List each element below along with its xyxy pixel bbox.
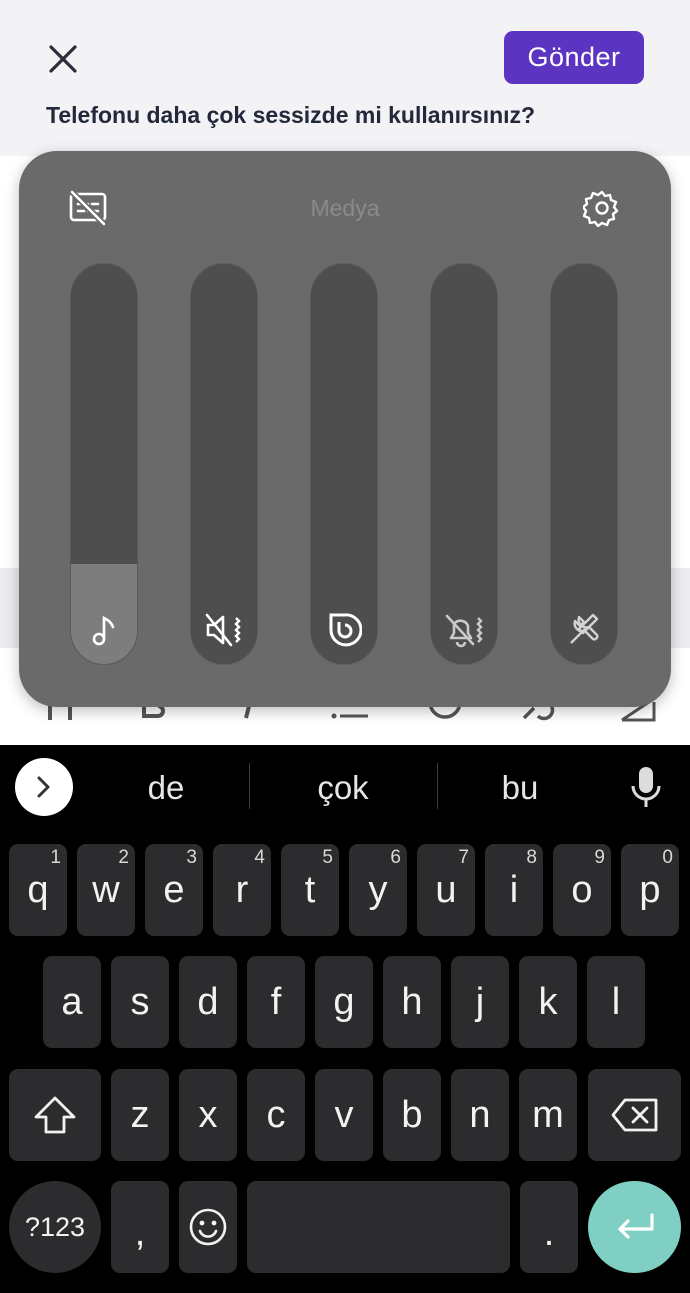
suggestion-divider [249, 763, 250, 809]
space-key[interactable] [247, 1181, 510, 1273]
key-number-hint: 2 [118, 847, 129, 868]
emoji-key[interactable] [179, 1181, 237, 1273]
key-number-hint: 9 [594, 847, 605, 868]
key-j[interactable]: j [451, 956, 509, 1048]
ringtone-volume-slider[interactable] [190, 263, 258, 665]
key-number-hint: 5 [322, 847, 333, 868]
suggestion-1[interactable]: de [96, 769, 236, 807]
question-title: Telefonu daha çok sessizde mi kullanırsı… [46, 102, 536, 128]
microphone-icon [631, 767, 661, 807]
bixby-icon [311, 610, 377, 650]
close-button[interactable] [40, 36, 86, 82]
key-label: e [163, 868, 185, 911]
key-number-hint: 7 [458, 847, 469, 868]
key-label: u [435, 868, 457, 911]
key-t[interactable]: t5 [281, 844, 339, 936]
key-n[interactable]: n [451, 1069, 509, 1161]
notification-volume-slider[interactable] [430, 263, 498, 665]
bell-mute-vibrate-icon [431, 610, 497, 650]
key-a[interactable]: a [43, 956, 101, 1048]
suggestion-2[interactable]: çok [272, 769, 414, 807]
suggestion-3[interactable]: bu [450, 769, 590, 807]
key-label: t [304, 868, 316, 911]
key-b[interactable]: b [383, 1069, 441, 1161]
speaker-mute-vibrate-icon [191, 610, 257, 650]
key-r[interactable]: r4 [213, 844, 271, 936]
chevron-right-icon [37, 776, 50, 798]
key-q[interactable]: q1 [9, 844, 67, 936]
music-note-icon [71, 610, 137, 650]
keyboard-toolbar-expand-button[interactable] [15, 758, 73, 816]
enter-key[interactable] [588, 1181, 681, 1273]
key-p[interactable]: p0 [621, 844, 679, 936]
key-x[interactable]: x [179, 1069, 237, 1161]
key-u[interactable]: u7 [417, 844, 475, 936]
bixby-volume-slider[interactable] [310, 263, 378, 665]
list-icon[interactable] [330, 706, 370, 720]
voice-input-button[interactable] [628, 765, 664, 809]
shift-key[interactable] [9, 1069, 101, 1161]
key-label: o [571, 868, 593, 911]
system-volume-slider[interactable] [550, 263, 618, 665]
shift-arrow-icon [34, 1096, 76, 1134]
key-i[interactable]: i8 [485, 844, 543, 936]
tools-icon [551, 610, 617, 650]
key-label: y [368, 868, 388, 911]
key-o[interactable]: o9 [553, 844, 611, 936]
key-l[interactable]: l [587, 956, 645, 1048]
period-key[interactable]: . [520, 1181, 578, 1273]
symbols-key[interactable]: ?123 [9, 1181, 101, 1273]
send-button[interactable]: Gönder [504, 31, 644, 84]
gear-icon [583, 190, 619, 227]
key-number-hint: 0 [662, 847, 673, 868]
key-k[interactable]: k [519, 956, 577, 1048]
key-v[interactable]: v [315, 1069, 373, 1161]
key-g[interactable]: g [315, 956, 373, 1048]
key-number-hint: 8 [526, 847, 537, 868]
key-number-hint: 4 [254, 847, 265, 868]
close-icon [49, 45, 77, 73]
key-label: q [27, 868, 49, 911]
key-h[interactable]: h [383, 956, 441, 1048]
key-w[interactable]: w2 [77, 844, 135, 936]
panel-title: Medya [310, 195, 380, 221]
comma-key[interactable]: , [111, 1181, 169, 1273]
soft-keyboard: de çok bu q1w2e3r4t5y6u7i8o9p0 asdfghjkl… [0, 745, 690, 1293]
key-d[interactable]: d [179, 956, 237, 1048]
enter-arrow-icon [617, 1213, 654, 1239]
key-z[interactable]: z [111, 1069, 169, 1161]
key-number-hint: 1 [50, 847, 61, 868]
key-f[interactable]: f [247, 956, 305, 1048]
key-number-hint: 3 [186, 847, 197, 868]
media-volume-slider[interactable] [70, 263, 138, 665]
key-label: r [235, 868, 249, 911]
key-label: w [92, 868, 120, 911]
key-m[interactable]: m [519, 1069, 577, 1161]
key-number-hint: 6 [390, 847, 401, 868]
key-y[interactable]: y6 [349, 844, 407, 936]
key-c[interactable]: c [247, 1069, 305, 1161]
volume-panel: Medya [19, 151, 671, 707]
key-s[interactable]: s [111, 956, 169, 1048]
suggestion-divider [437, 763, 438, 809]
sound-settings-button[interactable] [581, 187, 623, 229]
key-e[interactable]: e3 [145, 844, 203, 936]
backspace-key[interactable] [588, 1069, 681, 1161]
suggestion-strip: de çok bu [0, 745, 690, 831]
backspace-icon [611, 1098, 657, 1132]
key-label: i [509, 868, 519, 911]
key-label: p [639, 868, 661, 911]
smiley-icon [189, 1208, 227, 1246]
